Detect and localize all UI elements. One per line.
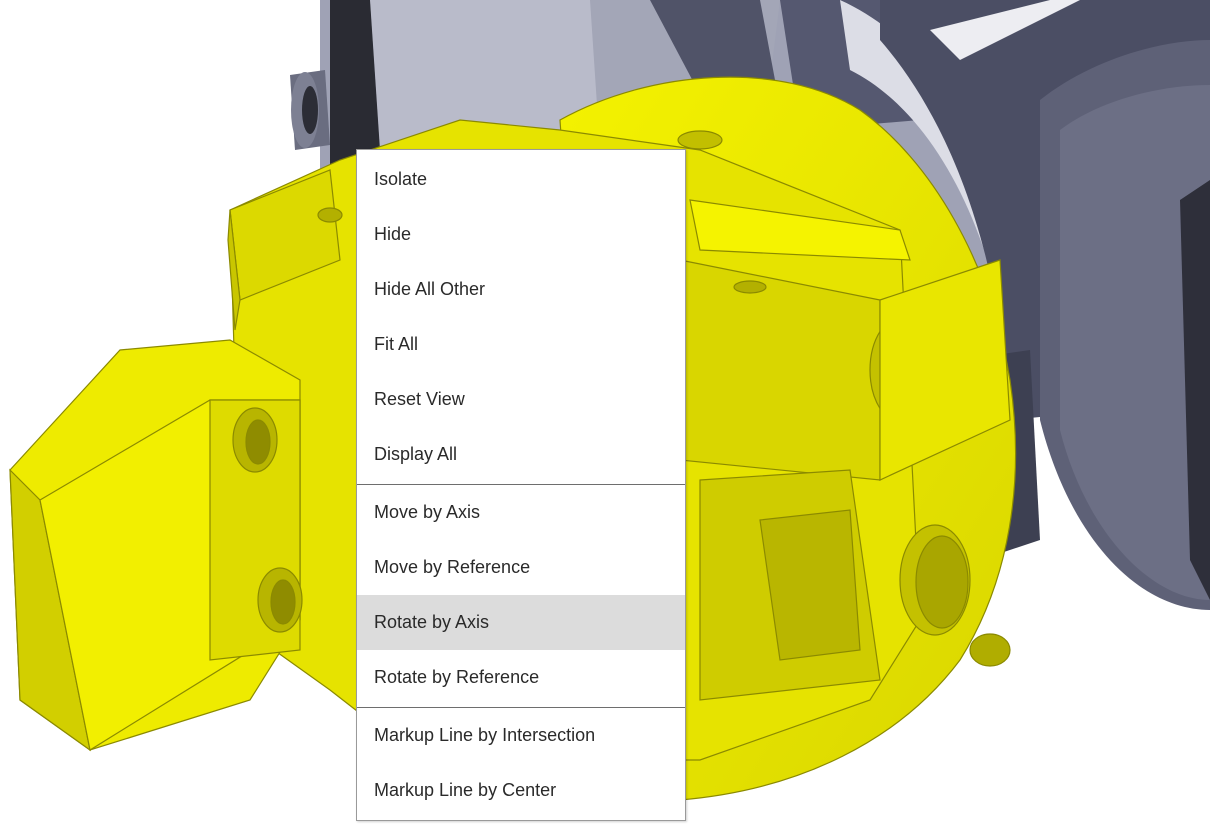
menu-item-hide[interactable]: Hide [357,207,685,262]
menu-item-move-by-axis[interactable]: Move by Axis [357,485,685,540]
3d-viewport[interactable]: Isolate Hide Hide All Other Fit All Rese… [0,0,1210,828]
menu-item-rotate-by-axis[interactable]: Rotate by Axis [357,595,685,650]
menu-item-hide-all-other[interactable]: Hide All Other [357,262,685,317]
menu-item-reset-view[interactable]: Reset View [357,372,685,427]
menu-item-markup-line-by-center[interactable]: Markup Line by Center [357,763,685,818]
menu-item-markup-line-by-intersection[interactable]: Markup Line by Intersection [357,708,685,763]
menu-item-isolate[interactable]: Isolate [357,152,685,207]
menu-item-move-by-reference[interactable]: Move by Reference [357,540,685,595]
menu-item-rotate-by-reference[interactable]: Rotate by Reference [357,650,685,705]
menu-item-fit-all[interactable]: Fit All [357,317,685,372]
menu-item-display-all[interactable]: Display All [357,427,685,482]
context-menu: Isolate Hide Hide All Other Fit All Rese… [356,149,686,821]
